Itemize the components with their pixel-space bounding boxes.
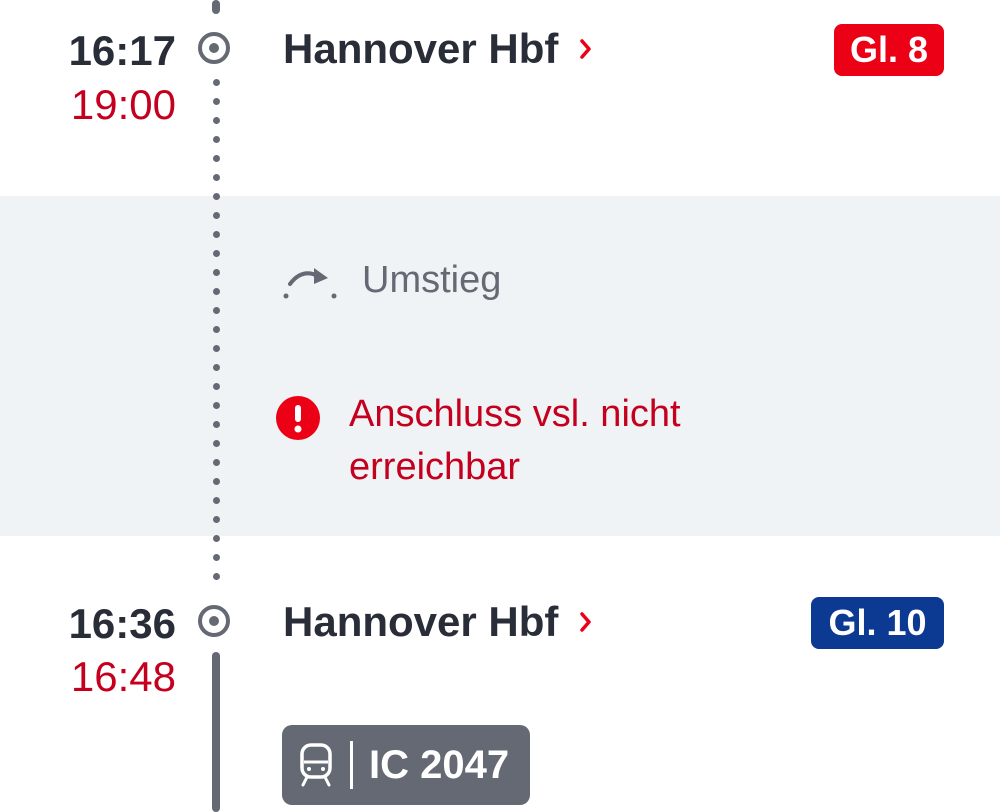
- exclamation-circle-icon: [276, 396, 320, 440]
- timeline-dot: [213, 383, 220, 390]
- transfer-label: Umstieg: [362, 258, 502, 301]
- timeline-dot: [213, 440, 220, 447]
- departure-station-name: Hannover Hbf: [283, 598, 559, 645]
- arrival-time-actual: 19:00: [70, 81, 176, 128]
- timeline-dot: [213, 535, 220, 542]
- timeline-dot: [213, 326, 220, 333]
- arrival-platform-badge: Gl. 8: [834, 24, 944, 76]
- timeline-dot: [213, 345, 220, 352]
- timeline-dot: [213, 516, 220, 523]
- stop-marker-arrival: [198, 32, 230, 64]
- departure-time-scheduled: 16:36: [68, 600, 176, 647]
- timeline-dot: [213, 478, 220, 485]
- stop-marker-departure: [198, 605, 230, 637]
- timeline-dot: [213, 98, 220, 105]
- departure-platform-badge: Gl. 10: [811, 597, 944, 649]
- timeline-segment-top: [212, 0, 220, 14]
- timeline-dot: [213, 459, 220, 466]
- departure-station-link[interactable]: Hannover Hbf: [283, 601, 592, 643]
- timeline-dot: [213, 573, 220, 580]
- timeline-dot: [213, 307, 220, 314]
- chevron-right-icon: [580, 39, 592, 59]
- warning-text: Anschluss vsl. nicht erreichbar: [349, 388, 769, 494]
- timeline-dot: [213, 269, 220, 276]
- arrival-time-scheduled: 16:17: [68, 27, 176, 74]
- timeline-dot: [213, 231, 220, 238]
- timeline-dot: [213, 155, 220, 162]
- warning-text-line-2: erreichbar: [349, 446, 521, 488]
- connection-warning: Anschluss vsl. nicht erreichbar: [276, 393, 769, 494]
- transfer-arrow-icon: [283, 268, 337, 299]
- arrival-station-link[interactable]: Hannover Hbf: [283, 28, 592, 70]
- timeline-segment-bottom: [212, 652, 220, 812]
- timeline-dot: [213, 212, 220, 219]
- departure-time-actual: 16:48: [70, 653, 176, 700]
- timeline-dot: [213, 288, 220, 295]
- train-icon: [300, 743, 332, 787]
- train-name: IC 2047: [369, 742, 510, 787]
- timeline-dot: [213, 174, 220, 181]
- timeline-dot: [213, 136, 220, 143]
- timeline-dot: [213, 402, 220, 409]
- timeline-dot: [213, 117, 220, 124]
- arrival-station-name: Hannover Hbf: [283, 25, 559, 72]
- train-badge-separator: [350, 741, 353, 789]
- train-badge[interactable]: IC 2047: [282, 725, 530, 805]
- transfer-row: Umstieg: [280, 258, 501, 302]
- timeline-dot: [213, 250, 220, 257]
- timeline-dot: [213, 79, 220, 86]
- timeline-dot: [213, 193, 220, 200]
- chevron-right-icon: [580, 612, 592, 632]
- timeline-dot: [213, 554, 220, 561]
- timeline-dot: [213, 497, 220, 504]
- warning-text-line-1: Anschluss vsl. nicht: [349, 393, 681, 435]
- timeline-dot: [213, 421, 220, 428]
- timeline-dot: [213, 364, 220, 371]
